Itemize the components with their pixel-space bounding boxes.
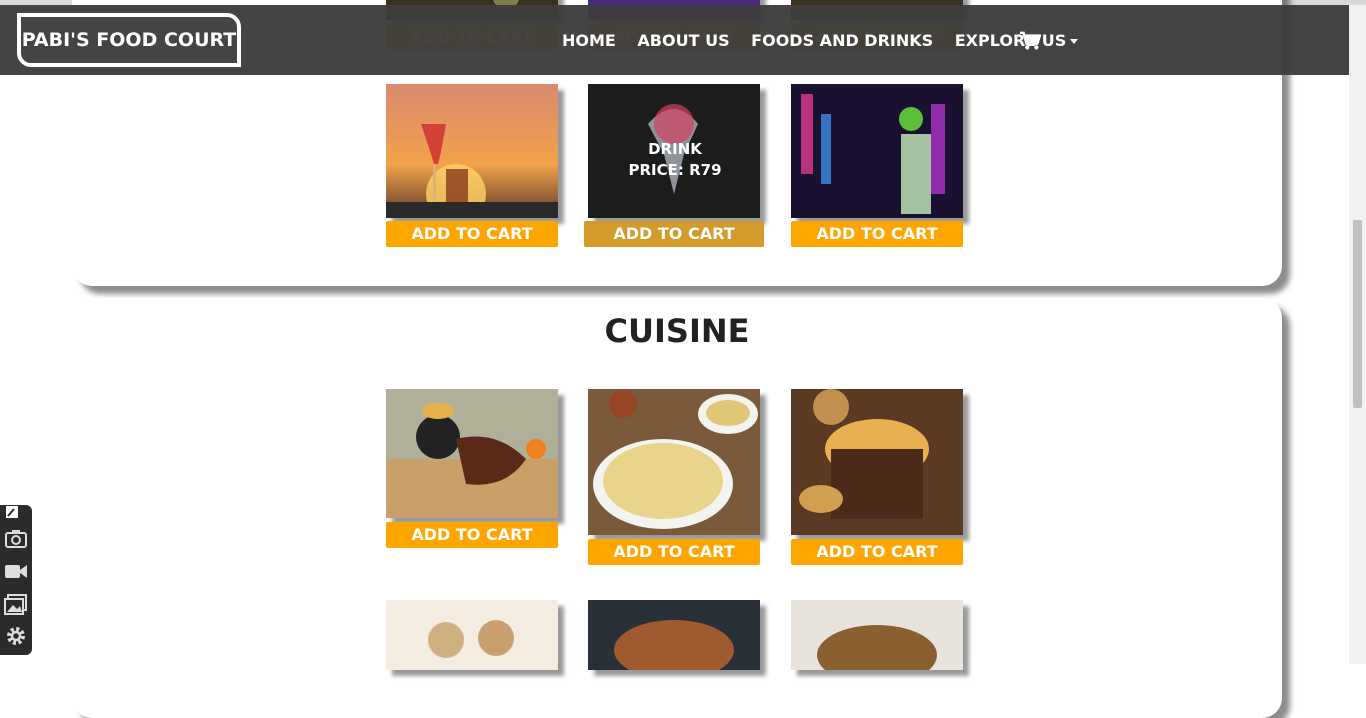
add-to-cart-button[interactable]: ADD TO CART <box>791 221 963 247</box>
drink-image-sunset <box>386 84 558 218</box>
cuisine-image-ribs <box>386 389 558 518</box>
section-title-cuisine: CUISINE <box>604 312 750 350</box>
cart-icon[interactable] <box>1019 31 1041 51</box>
chevron-down-icon <box>1070 39 1079 44</box>
cuisine-image-stew <box>588 600 760 670</box>
camera-icon[interactable] <box>4 527 28 549</box>
navbar: PABI'S FOOD COURT HOME ABOUT US FOODS AN… <box>0 5 1349 75</box>
screenshot-tool-dock <box>0 505 32 655</box>
add-to-cart-button[interactable]: ADD TO CART <box>386 522 558 548</box>
add-to-cart-button[interactable]: ADD TO CART <box>588 539 760 565</box>
cuisine-image-potatoes <box>791 600 963 670</box>
nav-explore-dropdown[interactable]: EXPLORE US <box>955 31 1079 50</box>
nav-explore-label: EXPLORE US <box>954 31 1067 50</box>
brand-logo[interactable]: PABI'S FOOD COURT <box>17 13 241 67</box>
gear-icon[interactable] <box>4 625 28 647</box>
nav-foods-and-drinks[interactable]: FOODS AND DRINKS <box>751 31 933 50</box>
scrollbar-thumb[interactable] <box>1353 220 1362 408</box>
add-to-cart-button[interactable]: ADD TO CART <box>584 221 764 247</box>
drink-image-mojito <box>791 84 963 218</box>
gallery-icon[interactable] <box>4 593 28 615</box>
add-to-cart-button[interactable]: ADD TO CART <box>386 221 558 247</box>
nav-about[interactable]: ABOUT US <box>637 31 729 50</box>
nav-home[interactable]: HOME <box>562 31 616 50</box>
video-icon[interactable] <box>4 560 28 582</box>
nav-links: HOME ABOUT US FOODS AND DRINKS EXPLORE U… <box>562 31 1079 50</box>
cuisine-image-pie <box>588 389 760 535</box>
cuisine-image-onion-soup <box>791 389 963 535</box>
drink-hover-price: PRICE: R79 <box>628 161 722 179</box>
drink-hover-name: DRINK <box>648 140 702 158</box>
page-scrollbar[interactable] <box>1349 5 1366 664</box>
cuisine-image-escargot <box>386 600 558 670</box>
add-to-cart-button[interactable]: ADD TO CART <box>791 539 963 565</box>
pin-icon[interactable] <box>4 505 28 519</box>
